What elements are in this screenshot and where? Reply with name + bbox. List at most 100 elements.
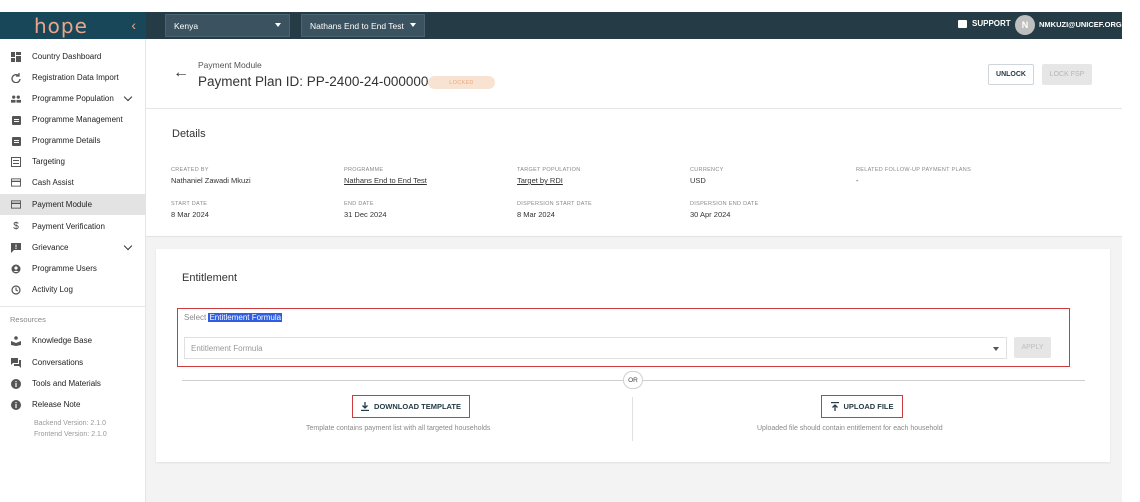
programme-select-value: Nathans End to End Test [310,20,404,31]
sidebar-item-label: Programme Users [32,264,97,273]
back-arrow-icon[interactable]: ← [173,64,189,82]
chevron-down-icon [993,347,999,351]
sidebar-item-label: Programme Details [32,136,101,145]
top-bar: hope ‹ Kenya Nathans End to End Test SUP… [0,12,1122,39]
end-date-label: END DATE [344,201,374,207]
logo-area: hope ‹ [0,12,146,39]
resources-heading: Resources [10,315,46,324]
knowledge-icon [11,335,21,346]
sidebar-item-label: Knowledge Base [32,336,93,345]
country-select[interactable]: Kenya [165,14,290,37]
feedback-icon [11,242,21,253]
clipboard-icon [11,136,21,146]
download-template-label: DOWNLOAD TEMPLATE [374,402,461,411]
entitlement-formula-select[interactable]: Entitlement Formula [184,337,1007,359]
sidebar-item-release-note[interactable]: Release Note [0,394,146,415]
chevron-down-icon [123,92,133,102]
unlock-button[interactable]: UNLOCK [988,64,1034,85]
selected-text-highlight: Entitlement Formula [208,313,283,322]
sidebar-item-payment-module[interactable]: Payment Module [0,194,146,215]
sidebar-item-label: Programme Management [32,115,123,124]
avatar[interactable]: N [1015,15,1035,35]
or-divider: OR [623,371,643,389]
support-label: SUPPORT [972,19,1011,28]
select-formula-label: Select Entitlement Formula [184,313,283,322]
entitlement-formula-placeholder: Entitlement Formula [191,343,263,353]
currency-value: USD [690,176,706,185]
select-prefix: Select [184,313,207,322]
upload-hint: Uploaded file should contain entitlement… [757,425,943,432]
hope-logo[interactable]: hope [34,16,88,36]
breadcrumb[interactable]: Payment Module [198,60,262,70]
created-by-value: Nathaniel Zawadi Mkuzi [171,176,251,185]
currency-label: CURRENCY [690,167,724,173]
related-plans-label: RELATED FOLLOW-UP PAYMENT PLANS [856,167,972,173]
page-title: Payment Plan ID: PP-2400-24-00000041 [198,74,444,89]
download-template-button[interactable]: DOWNLOAD TEMPLATE [354,397,468,416]
sidebar-item-label: Payment Verification [32,222,105,231]
sidebar-item-programme-population[interactable]: Programme Population [0,88,146,109]
sidebar-item-label: Programme Population [32,94,114,103]
created-by-label: CREATED BY [171,167,209,173]
dollar-icon: $ [13,221,19,232]
sidebar-item-activity-log[interactable]: Activity Log [0,279,146,300]
sidebar-item-country-dashboard[interactable]: Country Dashboard [0,46,146,67]
page-header: ← Payment Module Payment Plan ID: PP-240… [146,39,1122,109]
actions-divider [632,397,633,441]
sidebar-item-cash-assist[interactable]: Cash Assist [0,172,146,193]
sidebar-item-payment-verification[interactable]: $ Payment Verification [0,216,146,237]
chat-icon [958,19,967,28]
target-list-icon [11,156,21,167]
sidebar-item-label: Conversations [32,358,84,367]
dispersion-start-value: 8 Mar 2024 [517,210,555,219]
status-badge: LOCKED [428,76,495,89]
clipboard-icon [11,115,21,125]
start-date-label: START DATE [171,201,208,207]
sidebar-item-programme-users[interactable]: Programme Users [0,258,146,279]
card-icon [11,178,21,188]
sidebar-item-programme-management[interactable]: Programme Management [0,109,146,130]
sidebar-item-label: Payment Module [32,200,93,209]
people-icon [11,94,21,104]
app-root: hope ‹ Kenya Nathans End to End Test SUP… [0,0,1140,502]
info-icon [11,378,21,389]
chevron-down-icon [123,241,133,251]
programme-label: PROGRAMME [344,167,384,173]
sidebar-item-targeting[interactable]: Targeting [0,151,146,172]
sidebar-item-registration-data-import[interactable]: Registration Data Import [0,67,146,88]
chevron-down-icon [410,23,416,27]
history-icon [11,284,21,295]
sidebar-item-tools-and-materials[interactable]: Tools and Materials [0,373,146,394]
apply-button[interactable]: APPLY [1014,337,1051,358]
dispersion-end-label: DISPERSION END DATE [690,201,759,207]
lock-fsp-button[interactable]: LOCK FSP [1042,64,1092,85]
refresh-icon [11,72,21,83]
sidebar-item-label: Targeting [32,157,65,166]
sidebar-item-label: Release Note [32,400,81,409]
start-date-value: 8 Mar 2024 [171,210,209,219]
upload-file-button[interactable]: UPLOAD FILE [823,397,901,416]
upload-file-label: UPLOAD FILE [843,402,894,411]
upload-icon [830,402,839,411]
sidebar-item-grievance[interactable]: Grievance [0,237,146,258]
user-email[interactable]: NMKUZI@UNICEF.ORG [1039,20,1122,29]
details-title: Details [172,128,206,140]
sidebar-item-conversations[interactable]: Conversations [0,352,146,373]
info-icon [11,399,21,410]
programme-select[interactable]: Nathans End to End Test [301,14,425,37]
sidebar-item-label: Activity Log [32,285,73,294]
target-population-label: TARGET POPULATION [517,167,581,173]
sidebar-item-label: Country Dashboard [32,52,102,61]
sidebar-item-programme-details[interactable]: Programme Details [0,130,146,151]
sidebar-collapse-chevron-icon[interactable]: ‹ [131,17,136,33]
details-card: Details CREATED BY Nathaniel Zawadi Mkuz… [146,109,1122,237]
related-plans-value: - [856,176,859,185]
programme-link[interactable]: Nathans End to End Test [344,176,427,185]
support-link[interactable]: SUPPORT [958,19,1011,28]
sidebar: Country Dashboard Registration Data Impo… [0,39,146,502]
sidebar-item-knowledge-base[interactable]: Knowledge Base [0,330,146,351]
country-select-value: Kenya [174,20,199,31]
target-population-link[interactable]: Target by RDI [517,176,563,185]
download-hint: Template contains payment list with all … [306,425,491,432]
dispersion-start-label: DISPERSION START DATE [517,201,592,207]
